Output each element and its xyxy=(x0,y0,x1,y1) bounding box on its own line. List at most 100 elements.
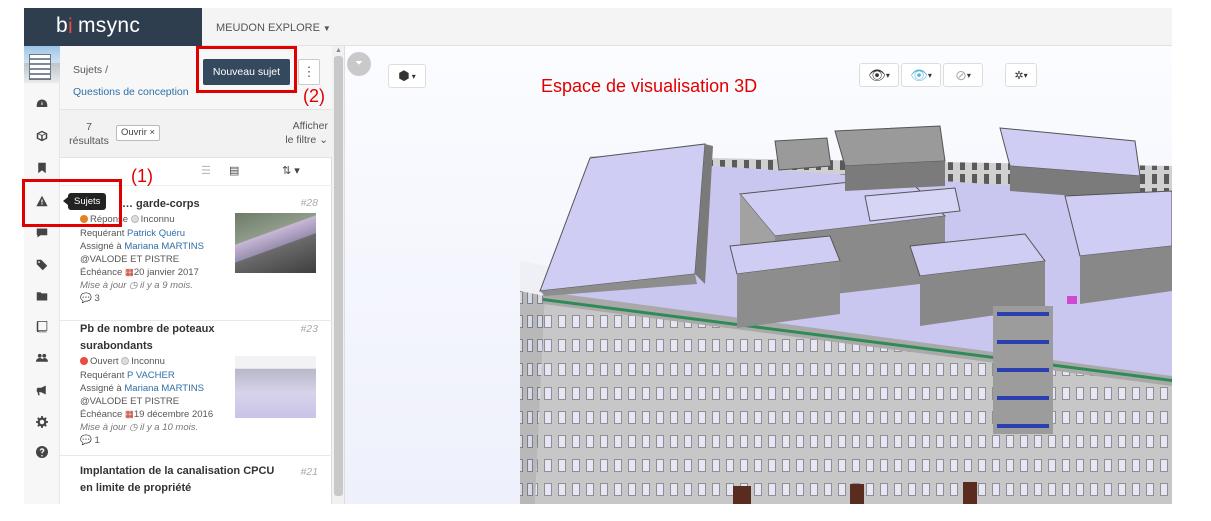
scrollbar-thumb[interactable] xyxy=(334,56,343,496)
issue-number: #21 xyxy=(300,466,318,478)
issue-requester-line: Requérant Patrick Quéru xyxy=(80,228,186,239)
eye-icon: 👁 xyxy=(868,66,886,83)
explode-icon: ✲ xyxy=(1014,69,1024,82)
chevron-down-icon: ⌄ xyxy=(319,134,328,146)
issue-updated-line: Mise à jour ◷ il y a 9 mois. xyxy=(80,280,193,291)
cube-icon: ⬢ xyxy=(398,68,410,83)
issue-title: Pb de nombre de poteaux surabondants xyxy=(80,323,215,352)
issue-due-date: 20 janvier 2017 xyxy=(133,267,199,278)
issue-status-line: Ouvert Inconnu xyxy=(80,356,165,367)
logo-suffix: msync xyxy=(77,14,141,37)
issue-company: @VALODE ET PISTRE xyxy=(80,396,180,407)
project-thumbnail[interactable] xyxy=(24,46,60,83)
issue-comment-count: 3 xyxy=(94,293,100,304)
comment-icon: 💬 xyxy=(80,293,92,304)
issue-list-item[interactable]: Pb de nombre de poteaux surabondants #23 … xyxy=(60,321,332,456)
filter-toggle-icon[interactable]: ⏷ xyxy=(347,52,371,76)
requester-link[interactable]: Patrick Quéru xyxy=(127,228,185,239)
model-selector-button[interactable]: ⬢ ▾ xyxy=(388,64,426,88)
issue-assignee-line: Assigné à Mariana MARTINS xyxy=(80,383,204,394)
issue-comments: 💬 1 xyxy=(80,435,100,446)
chevron-down-icon: ▾ xyxy=(927,70,932,80)
requester-link[interactable]: P VACHER xyxy=(127,370,175,381)
panel-scrollbar[interactable]: ▲ xyxy=(332,46,345,504)
project-name: MEUDON EXPLORE xyxy=(216,22,320,34)
issue-updated: il y a 9 mois. xyxy=(140,280,193,291)
more-options-button[interactable]: ⋮ xyxy=(298,59,320,85)
result-count-label: résultats xyxy=(69,135,109,147)
annotation-label-1: (1) xyxy=(131,166,153,186)
issue-number: #28 xyxy=(300,197,318,209)
issue-due-date: 19 décembre 2016 xyxy=(133,409,214,420)
help-icon[interactable] xyxy=(32,442,52,462)
eye-highlight-icon: 👁 xyxy=(910,66,928,83)
left-nav-rail xyxy=(24,46,60,504)
chevron-down-icon: ▾ xyxy=(885,70,890,80)
sort-icon[interactable]: ⇅ ▾ xyxy=(282,164,300,177)
show-filter-toggle[interactable]: Afficher le filtre ⌄ xyxy=(285,119,328,147)
dashboard-icon[interactable] xyxy=(32,94,52,114)
users-icon[interactable] xyxy=(32,348,52,368)
issue-due-line: Échéance ▦20 janvier 2017 xyxy=(80,267,199,278)
issue-number: #23 xyxy=(300,323,318,335)
issue-company: @VALODE ET PISTRE xyxy=(80,254,180,265)
filter-bar: 7 résultats Ouvrir × Afficher le filtre ⌄ xyxy=(60,110,332,158)
show-filter-label-2: le filtre ⌄ xyxy=(285,134,328,146)
issue-comments: 💬 3 xyxy=(80,293,100,304)
xray-button[interactable]: 👁 ▾ xyxy=(901,63,941,87)
issue-list-item[interactable]: Implantation de la canalisation CPCU en l… xyxy=(60,456,332,504)
priority-dot-icon xyxy=(130,215,139,223)
model-icon[interactable] xyxy=(32,126,52,146)
folder-icon[interactable] xyxy=(32,286,52,306)
eye-slash-icon: ⊘ xyxy=(955,66,967,83)
issue-priority: Inconnu xyxy=(131,356,165,367)
annotation-label-2: (2) xyxy=(303,86,325,106)
issue-updated-line: Mise à jour ◷ il y a 10 mois. xyxy=(80,422,199,433)
book-icon[interactable] xyxy=(32,317,52,337)
show-filter-label-1: Afficher xyxy=(292,120,328,132)
priority-dot-icon xyxy=(121,357,130,365)
issue-priority: Inconnu xyxy=(140,214,175,225)
issue-comment-count: 1 xyxy=(94,435,100,446)
bookmark-icon[interactable] xyxy=(32,158,52,178)
issue-assignee-line: Assigné à Mariana MARTINS xyxy=(80,241,204,252)
top-bar: bi msync MEUDON EXPLORE ▼ xyxy=(24,8,1172,46)
result-count: 7 résultats xyxy=(66,120,112,148)
filter-chip-open[interactable]: Ouvrir × xyxy=(116,125,161,141)
clock-icon: ◷ xyxy=(129,280,138,291)
issue-thumbnail[interactable] xyxy=(235,356,316,418)
breadcrumb-questions[interactable]: Questions de conception xyxy=(73,86,189,98)
visibility-button[interactable]: 👁 ▾ xyxy=(859,63,899,87)
bimsync-logo[interactable]: bi msync xyxy=(24,8,202,46)
chevron-down-icon: ▾ xyxy=(409,71,416,81)
assignee-link[interactable]: Mariana MARTINS xyxy=(124,383,204,394)
gear-icon[interactable] xyxy=(32,412,52,432)
issue-updated: il y a 10 mois. xyxy=(140,422,199,433)
scroll-up-icon[interactable]: ▲ xyxy=(335,47,342,54)
app: bi msync MEUDON EXPLORE ▼ Sujets / Questio… xyxy=(0,0,1211,521)
calendar-icon: ▦ xyxy=(124,267,134,278)
hide-button[interactable]: ⊘ ▾ xyxy=(943,63,983,87)
issue-thumbnail[interactable] xyxy=(235,213,316,273)
detail-view-icon[interactable]: ▤ xyxy=(229,164,239,177)
building-model[interactable] xyxy=(345,46,1172,504)
project-dropdown[interactable]: MEUDON EXPLORE ▼ xyxy=(216,8,331,46)
viewer-3d[interactable]: ⬢ ▾ 👁 ▾ 👁 ▾ ⊘ ▾ ✲ ▾ Espace de visualisation … xyxy=(345,46,1172,504)
issue-requester-line: Requérant P VACHER xyxy=(80,370,175,381)
clock-icon: ◷ xyxy=(129,422,138,433)
issue-title: Implantation de la canalisation CPCU en l… xyxy=(80,465,275,494)
calendar-icon: ▦ xyxy=(124,409,134,420)
chevron-down-icon: ▾ xyxy=(966,70,971,80)
list-view-icon[interactable]: ☰ xyxy=(201,164,211,177)
megaphone-icon[interactable] xyxy=(32,380,52,400)
chevron-down-icon: ▾ xyxy=(1023,70,1028,80)
issue-due-line: Échéance ▦19 décembre 2016 xyxy=(80,409,214,420)
assignee-link[interactable]: Mariana MARTINS xyxy=(124,241,204,252)
tags-icon[interactable] xyxy=(32,255,52,275)
viewer-label: Espace de visualisation 3D xyxy=(541,76,758,96)
explode-button[interactable]: ✲ ▾ xyxy=(1005,63,1037,87)
breadcrumb-subjects[interactable]: Sujets / xyxy=(73,64,108,76)
logo-dot: i xyxy=(67,15,73,38)
comment-icon: 💬 xyxy=(80,435,92,446)
result-count-value: 7 xyxy=(86,121,92,133)
